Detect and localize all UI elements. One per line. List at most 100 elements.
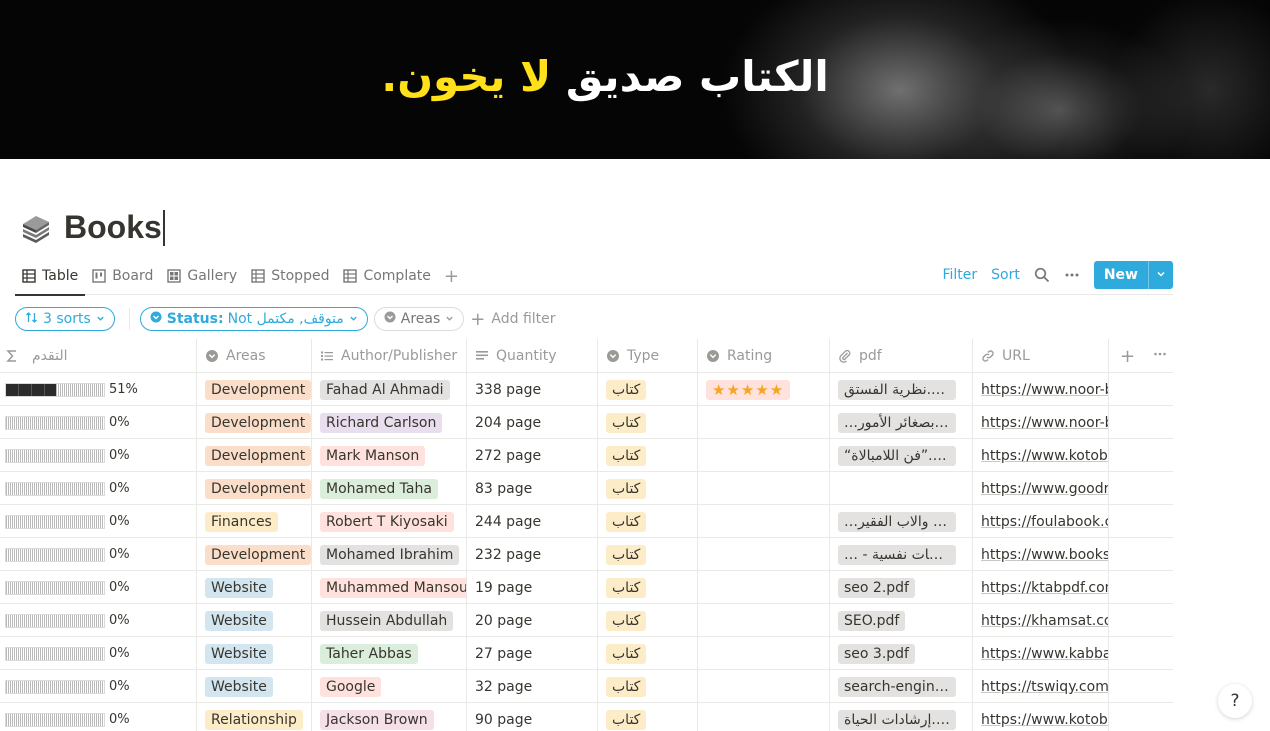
sorts-pill[interactable]: 3 sorts bbox=[15, 307, 115, 331]
url-link[interactable]: https://khamsat.com bbox=[981, 613, 1108, 629]
url-cell[interactable]: https://ktabpdf.com/ bbox=[973, 571, 1109, 604]
type-cell[interactable]: كتاب bbox=[598, 538, 698, 571]
progress-cell[interactable]: 0% bbox=[0, 538, 197, 571]
pdf-cell[interactable]: نظرية الفستق.pdf bbox=[830, 373, 973, 406]
author-cell[interactable]: Mark Manson bbox=[312, 439, 467, 472]
column-header-author[interactable]: Author/Publisher bbox=[312, 339, 467, 373]
quantity-cell[interactable]: 204 page bbox=[467, 406, 598, 439]
search-icon[interactable] bbox=[1034, 267, 1050, 283]
status-filter-pill[interactable]: Status: Not متوقف, مكتمل bbox=[139, 307, 368, 331]
areas-cell[interactable]: Website bbox=[197, 670, 312, 703]
rating-cell[interactable] bbox=[698, 670, 830, 703]
pdf-file-chip[interactable]: seo 2.pdf bbox=[838, 577, 915, 598]
pdf-cell[interactable]: …تم بصغائر الأمور bbox=[830, 406, 973, 439]
type-cell[interactable]: كتاب bbox=[598, 439, 698, 472]
progress-cell[interactable]: 0% bbox=[0, 406, 197, 439]
help-button[interactable]: ? bbox=[1218, 684, 1252, 718]
pdf-cell[interactable]: إرشادات الحياة.pdf bbox=[830, 703, 973, 731]
author-cell[interactable]: Mohamed Taha bbox=[312, 472, 467, 505]
url-link[interactable]: https://www.kotobati.com bbox=[981, 448, 1108, 464]
pdf-file-chip[interactable]: …غني والاب الفقير bbox=[838, 511, 956, 532]
quantity-cell[interactable]: 27 page bbox=[467, 637, 598, 670]
url-link[interactable]: https://ktabpdf.com/ bbox=[981, 580, 1108, 596]
pdf-file-chip[interactable]: …تم بصغائر الأمور bbox=[838, 412, 956, 433]
url-link[interactable]: https://foulabook.com bbox=[981, 514, 1108, 530]
quantity-cell[interactable]: 20 page bbox=[467, 604, 598, 637]
table-row[interactable]: 0% Development Richard Carlson 204 page كتاب… bbox=[0, 406, 1173, 439]
areas-cell[interactable]: Development bbox=[197, 406, 312, 439]
author-cell[interactable]: Hussein Abdullah bbox=[312, 604, 467, 637]
page-title[interactable]: Books bbox=[64, 209, 162, 246]
pdf-cell[interactable]: seo 3.pdf bbox=[830, 637, 973, 670]
url-cell[interactable]: https://www.kabbani.com bbox=[973, 637, 1109, 670]
url-link[interactable]: https://tswiqy.com/و bbox=[981, 679, 1108, 695]
url-cell[interactable]: https://khamsat.com bbox=[973, 604, 1109, 637]
url-cell[interactable]: https://www.noor-book.com bbox=[973, 406, 1109, 439]
pdf-cell[interactable]: SEO.pdf bbox=[830, 604, 973, 637]
table-row[interactable]: 0% Website Muhammed Mansour 19 page كتاب seo … bbox=[0, 571, 1173, 604]
url-link[interactable]: https://www.goodreads.com bbox=[981, 481, 1108, 497]
author-cell[interactable]: Google bbox=[312, 670, 467, 703]
quantity-cell[interactable]: 338 page bbox=[467, 373, 598, 406]
pdf-cell[interactable] bbox=[830, 472, 973, 505]
type-cell[interactable]: كتاب bbox=[598, 571, 698, 604]
table-row[interactable]: 51% Development Fahad Al Ahmadi 338 page كتا… bbox=[0, 373, 1173, 406]
column-header-url[interactable]: URL bbox=[973, 339, 1109, 373]
tab-gallery[interactable]: Gallery bbox=[160, 258, 244, 295]
add-column-button[interactable]: + bbox=[1120, 346, 1135, 367]
rating-cell[interactable] bbox=[698, 637, 830, 670]
type-cell[interactable]: كتاب bbox=[598, 604, 698, 637]
areas-cell[interactable]: Website bbox=[197, 637, 312, 670]
url-cell[interactable]: https://www.books-library.net bbox=[973, 538, 1109, 571]
quantity-cell[interactable]: 272 page bbox=[467, 439, 598, 472]
progress-cell[interactable]: 0% bbox=[0, 472, 197, 505]
quantity-cell[interactable]: 90 page bbox=[467, 703, 598, 731]
progress-cell[interactable]: 0% bbox=[0, 670, 197, 703]
author-cell[interactable]: Muhammed Mansour bbox=[312, 571, 467, 604]
areas-cell[interactable]: Development bbox=[197, 472, 312, 505]
table-row[interactable]: 0% Finances Robert T Kiyosaki 244 page كتاب …… bbox=[0, 505, 1173, 538]
type-cell[interactable]: كتاب bbox=[598, 406, 698, 439]
author-cell[interactable]: Taher Abbas bbox=[312, 637, 467, 670]
pdf-cell[interactable]: search-engine.... bbox=[830, 670, 973, 703]
progress-cell[interactable]: 51% bbox=[0, 373, 197, 406]
quantity-cell[interactable]: 83 page bbox=[467, 472, 598, 505]
progress-cell[interactable]: 0% bbox=[0, 571, 197, 604]
url-cell[interactable]: https://www.kotobati.com bbox=[973, 439, 1109, 472]
url-cell[interactable]: https://foulabook.com bbox=[973, 505, 1109, 538]
progress-cell[interactable]: 0% bbox=[0, 604, 197, 637]
rating-cell[interactable] bbox=[698, 703, 830, 731]
progress-cell[interactable]: 0% bbox=[0, 637, 197, 670]
areas-cell[interactable]: Relationship bbox=[197, 703, 312, 731]
url-link[interactable]: https://www.kotobati.com bbox=[981, 712, 1108, 728]
sort-button[interactable]: Sort bbox=[991, 267, 1020, 283]
type-cell[interactable]: كتاب bbox=[598, 373, 698, 406]
areas-cell[interactable]: Development bbox=[197, 538, 312, 571]
areas-cell[interactable]: Website bbox=[197, 604, 312, 637]
progress-cell[interactable]: 0% bbox=[0, 439, 197, 472]
pdf-file-chip[interactable]: seo 3.pdf bbox=[838, 643, 915, 664]
rating-cell[interactable] bbox=[698, 406, 830, 439]
url-link[interactable]: https://www.noor-book.com bbox=[981, 415, 1108, 431]
pdf-file-chip[interactable]: … - جلسات نفسية bbox=[838, 544, 956, 565]
rating-cell[interactable]: ★★★★★ bbox=[698, 373, 830, 406]
url-cell[interactable]: https://tswiqy.com/و bbox=[973, 670, 1109, 703]
more-icon[interactable] bbox=[1153, 347, 1167, 365]
type-cell[interactable]: كتاب bbox=[598, 472, 698, 505]
tab-complate[interactable]: Complate bbox=[336, 258, 437, 295]
table-row[interactable]: 0% Website Google 32 page كتاب search-engine.… bbox=[0, 670, 1173, 703]
areas-cell[interactable]: Development bbox=[197, 373, 312, 406]
type-cell[interactable]: كتاب bbox=[598, 637, 698, 670]
column-header-progress[interactable]: التقدم bbox=[0, 339, 197, 373]
column-header-quantity[interactable]: Quantity bbox=[467, 339, 598, 373]
quantity-cell[interactable]: 232 page bbox=[467, 538, 598, 571]
pdf-cell[interactable]: …غني والاب الفقير bbox=[830, 505, 973, 538]
table-row[interactable]: 0% Website Hussein Abdullah 20 page كتاب SEO.… bbox=[0, 604, 1173, 637]
filter-button[interactable]: Filter bbox=[942, 267, 977, 283]
areas-cell[interactable]: Website bbox=[197, 571, 312, 604]
rating-cell[interactable] bbox=[698, 538, 830, 571]
column-header-pdf[interactable]: pdf bbox=[830, 339, 973, 373]
url-cell[interactable]: https://www.noor-book.com bbox=[973, 373, 1109, 406]
quantity-cell[interactable]: 32 page bbox=[467, 670, 598, 703]
pdf-file-chip[interactable]: إرشادات الحياة.pdf bbox=[838, 709, 956, 730]
